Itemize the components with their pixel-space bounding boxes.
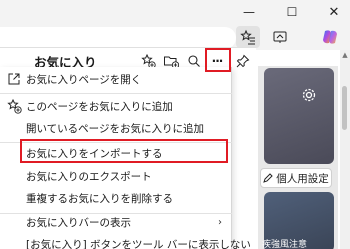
page-scrollbar[interactable]	[340, 50, 350, 249]
menu-item-open-favorites-page[interactable]: お気に入りページを開く	[0, 68, 232, 90]
page-settings-button[interactable]	[300, 86, 318, 104]
menu-item-label: お気に入りバーの表示	[26, 216, 131, 229]
weather-card-caption: 疾強風注意	[262, 240, 308, 249]
favorites-icon	[240, 29, 255, 45]
menu-item-label: このページをお気に入りに追加	[26, 100, 173, 113]
news-card-image[interactable]	[264, 68, 334, 164]
menu-item-label: お気に入りページを開く	[26, 73, 142, 86]
address-bar[interactable]	[0, 27, 236, 49]
gear-icon	[302, 88, 316, 102]
star-add-icon	[6, 98, 22, 114]
menu-item-label: [お気に入り] ボタンをツール バーに表示しない	[26, 238, 251, 249]
personalize-button[interactable]: 個人用設定	[260, 168, 332, 188]
menu-item-add-open-pages[interactable]: 開いているページをお気に入りに追加	[0, 117, 232, 139]
open-page-icon	[6, 71, 22, 87]
title-bar: — ☐ ✕	[0, 0, 350, 24]
annotation-highlight-more	[205, 48, 231, 72]
copilot-button[interactable]	[318, 26, 342, 48]
pencil-icon	[263, 173, 273, 183]
scroll-up-arrow-icon[interactable]: ▲	[340, 50, 350, 60]
pin-favorites-button[interactable]	[232, 51, 254, 71]
close-button[interactable]: ✕	[322, 0, 346, 24]
menu-item-label: 開いているページをお気に入りに追加	[26, 122, 204, 135]
chevron-right-icon: ›	[218, 216, 222, 228]
menu-item-add-this-page[interactable]: このページをお気に入りに追加	[0, 95, 232, 117]
pin-icon	[236, 54, 250, 68]
copilot-icon	[323, 30, 337, 44]
menu-item-export-favorites[interactable]: お気に入りのエクスポート	[0, 165, 232, 187]
personalize-label: 個人用設定	[276, 172, 329, 185]
screenshot-button[interactable]	[268, 26, 292, 48]
maximize-button[interactable]: ☐	[280, 0, 304, 24]
menu-item-show-favorites-bar[interactable]: お気に入りバーの表示 ›	[0, 211, 232, 233]
menu-item-hide-favorites-button[interactable]: [お気に入り] ボタンをツール バーに表示しない	[0, 233, 251, 249]
annotation-highlight-import	[20, 139, 228, 163]
screenshot-icon	[273, 31, 287, 43]
menu-item-remove-duplicates[interactable]: 重複するお気に入りを削除する	[0, 187, 232, 209]
menu-item-label: 重複するお気に入りを削除する	[26, 192, 173, 205]
scroll-thumb[interactable]	[342, 86, 347, 130]
minimize-button[interactable]: —	[237, 0, 261, 24]
search-icon	[188, 55, 200, 67]
menu-separator	[0, 93, 232, 94]
menu-item-label: お気に入りのエクスポート	[26, 170, 152, 183]
favorites-button[interactable]	[236, 26, 260, 48]
